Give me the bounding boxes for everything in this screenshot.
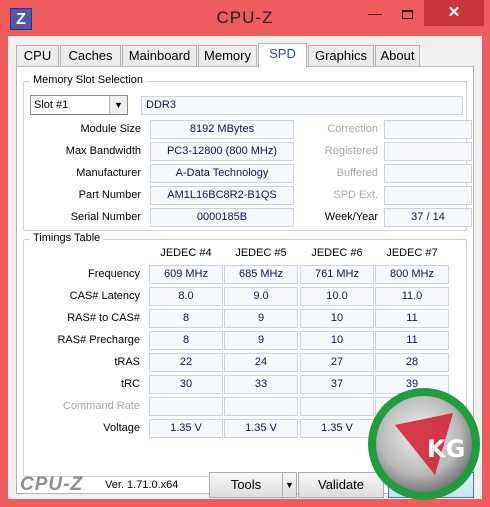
ras-to-cas-cell: 10 bbox=[300, 309, 374, 328]
voltage-label: Voltage bbox=[103, 422, 140, 434]
correction-label: Correction bbox=[327, 123, 378, 135]
buffered-field bbox=[384, 164, 472, 183]
tab-caches[interactable]: Caches bbox=[60, 45, 121, 67]
minimize-button[interactable]: — bbox=[360, 0, 390, 26]
week-year-field: 37 / 14 bbox=[384, 208, 472, 227]
max-bandwidth-field: PC3-12800 (800 MHz) bbox=[150, 142, 294, 161]
cas-latency-cell: 10.0 bbox=[300, 287, 374, 306]
buffered-label: Buffered bbox=[336, 167, 378, 179]
voltage-cell: 1.35 V bbox=[300, 419, 374, 438]
cpuz-footer-logo: CPU-Z bbox=[20, 474, 84, 495]
command-rate-label: Command Rate bbox=[62, 400, 140, 412]
kg-watermark-logo: KG bbox=[368, 388, 480, 500]
memory-slot-group: Memory Slot Selection Slot #1 ▼ DDR3 Mod… bbox=[23, 74, 472, 231]
tras-label: tRAS bbox=[114, 356, 140, 368]
cpuz-window: Z CPU-Z — ✕ CPU Caches Mainboard Memory SPD G… bbox=[0, 0, 490, 507]
ras-to-cas-label: RAS# to CAS# bbox=[67, 312, 140, 324]
trc-cell: 33 bbox=[224, 375, 298, 394]
manufacturer-field: A-Data Technology bbox=[150, 164, 294, 183]
frequency-cell: 800 MHz bbox=[375, 265, 449, 284]
title-bar[interactable]: Z CPU-Z — ✕ bbox=[0, 0, 490, 36]
cas-latency-cell: 9.0 bbox=[224, 287, 298, 306]
column-header-jedec-2: JEDEC #6 bbox=[311, 247, 363, 259]
trc-cell: 30 bbox=[149, 375, 223, 394]
ras-precharge-cell: 8 bbox=[149, 331, 223, 350]
maximize-icon bbox=[401, 9, 413, 19]
tab-spd[interactable]: SPD bbox=[258, 43, 307, 68]
command-rate-cell bbox=[300, 397, 374, 416]
module-size-field: 8192 MBytes bbox=[150, 120, 294, 139]
tab-cpu[interactable]: CPU bbox=[16, 45, 59, 67]
spd-ext-field bbox=[384, 186, 472, 205]
part-number-label: Part Number bbox=[78, 189, 141, 201]
registered-field bbox=[384, 142, 472, 161]
tras-cell: 24 bbox=[224, 353, 298, 372]
frequency-cell: 685 MHz bbox=[224, 265, 298, 284]
ras-precharge-label: RAS# Precharge bbox=[57, 334, 140, 346]
maximize-button[interactable] bbox=[392, 0, 422, 26]
memory-slot-group-title: Memory Slot Selection bbox=[30, 74, 147, 86]
cas-latency-label: CAS# Latency bbox=[69, 290, 140, 302]
frequency-label: Frequency bbox=[88, 268, 140, 280]
trc-cell: 37 bbox=[300, 375, 374, 394]
slot-select-value: Slot #1 bbox=[34, 99, 69, 111]
week-year-label: Week/Year bbox=[324, 211, 378, 223]
tab-graphics[interactable]: Graphics bbox=[308, 45, 374, 67]
watermark-text: KG bbox=[427, 435, 465, 463]
command-rate-cell bbox=[224, 397, 298, 416]
tab-mainboard[interactable]: Mainboard bbox=[122, 45, 197, 67]
correction-field bbox=[384, 120, 472, 139]
tras-cell: 22 bbox=[149, 353, 223, 372]
ras-precharge-cell: 11 bbox=[375, 331, 449, 350]
ras-to-cas-cell: 11 bbox=[375, 309, 449, 328]
tras-cell: 28 bbox=[375, 353, 449, 372]
serial-number-field: 0000185B bbox=[150, 208, 294, 227]
tab-memory[interactable]: Memory bbox=[198, 45, 257, 67]
tab-about[interactable]: About bbox=[375, 45, 420, 67]
spd-ext-label: SPD Ext. bbox=[333, 189, 378, 201]
column-header-jedec-1: JEDEC #5 bbox=[235, 247, 287, 259]
chevron-down-icon[interactable]: ▼ bbox=[109, 96, 127, 114]
tools-button[interactable]: Tools bbox=[209, 472, 283, 498]
memory-type-field: DDR3 bbox=[141, 96, 463, 115]
slot-select[interactable]: Slot #1 ▼ bbox=[30, 95, 128, 115]
serial-number-label: Serial Number bbox=[70, 211, 141, 223]
voltage-cell: 1.35 V bbox=[224, 419, 298, 438]
registered-label: Registered bbox=[324, 145, 378, 157]
tools-dropdown-button[interactable]: ▼ bbox=[282, 472, 297, 498]
voltage-cell: 1.35 V bbox=[149, 419, 223, 438]
frequency-cell: 761 MHz bbox=[300, 265, 374, 284]
module-size-label: Module Size bbox=[80, 123, 141, 135]
ras-to-cas-cell: 9 bbox=[224, 309, 298, 328]
cas-latency-cell: 11.0 bbox=[375, 287, 449, 306]
column-header-jedec-3: JEDEC #7 bbox=[386, 247, 438, 259]
timings-group-title: Timings Table bbox=[30, 232, 104, 244]
manufacturer-label: Manufacturer bbox=[76, 167, 141, 179]
tras-cell: 27 bbox=[300, 353, 374, 372]
part-number-field: AM1L16BC8R2-B1QS bbox=[150, 186, 294, 205]
column-header-jedec-0: JEDEC #4 bbox=[160, 247, 212, 259]
ras-to-cas-cell: 8 bbox=[149, 309, 223, 328]
version-label: Ver. 1.71.0.x64 bbox=[105, 479, 179, 491]
trc-label: tRC bbox=[121, 378, 140, 390]
ras-precharge-cell: 9 bbox=[224, 331, 298, 350]
command-rate-cell bbox=[149, 397, 223, 416]
close-button[interactable]: ✕ bbox=[424, 0, 484, 26]
max-bandwidth-label: Max Bandwidth bbox=[65, 145, 141, 157]
cas-latency-cell: 8.0 bbox=[149, 287, 223, 306]
ras-precharge-cell: 10 bbox=[300, 331, 374, 350]
frequency-cell: 609 MHz bbox=[149, 265, 223, 284]
